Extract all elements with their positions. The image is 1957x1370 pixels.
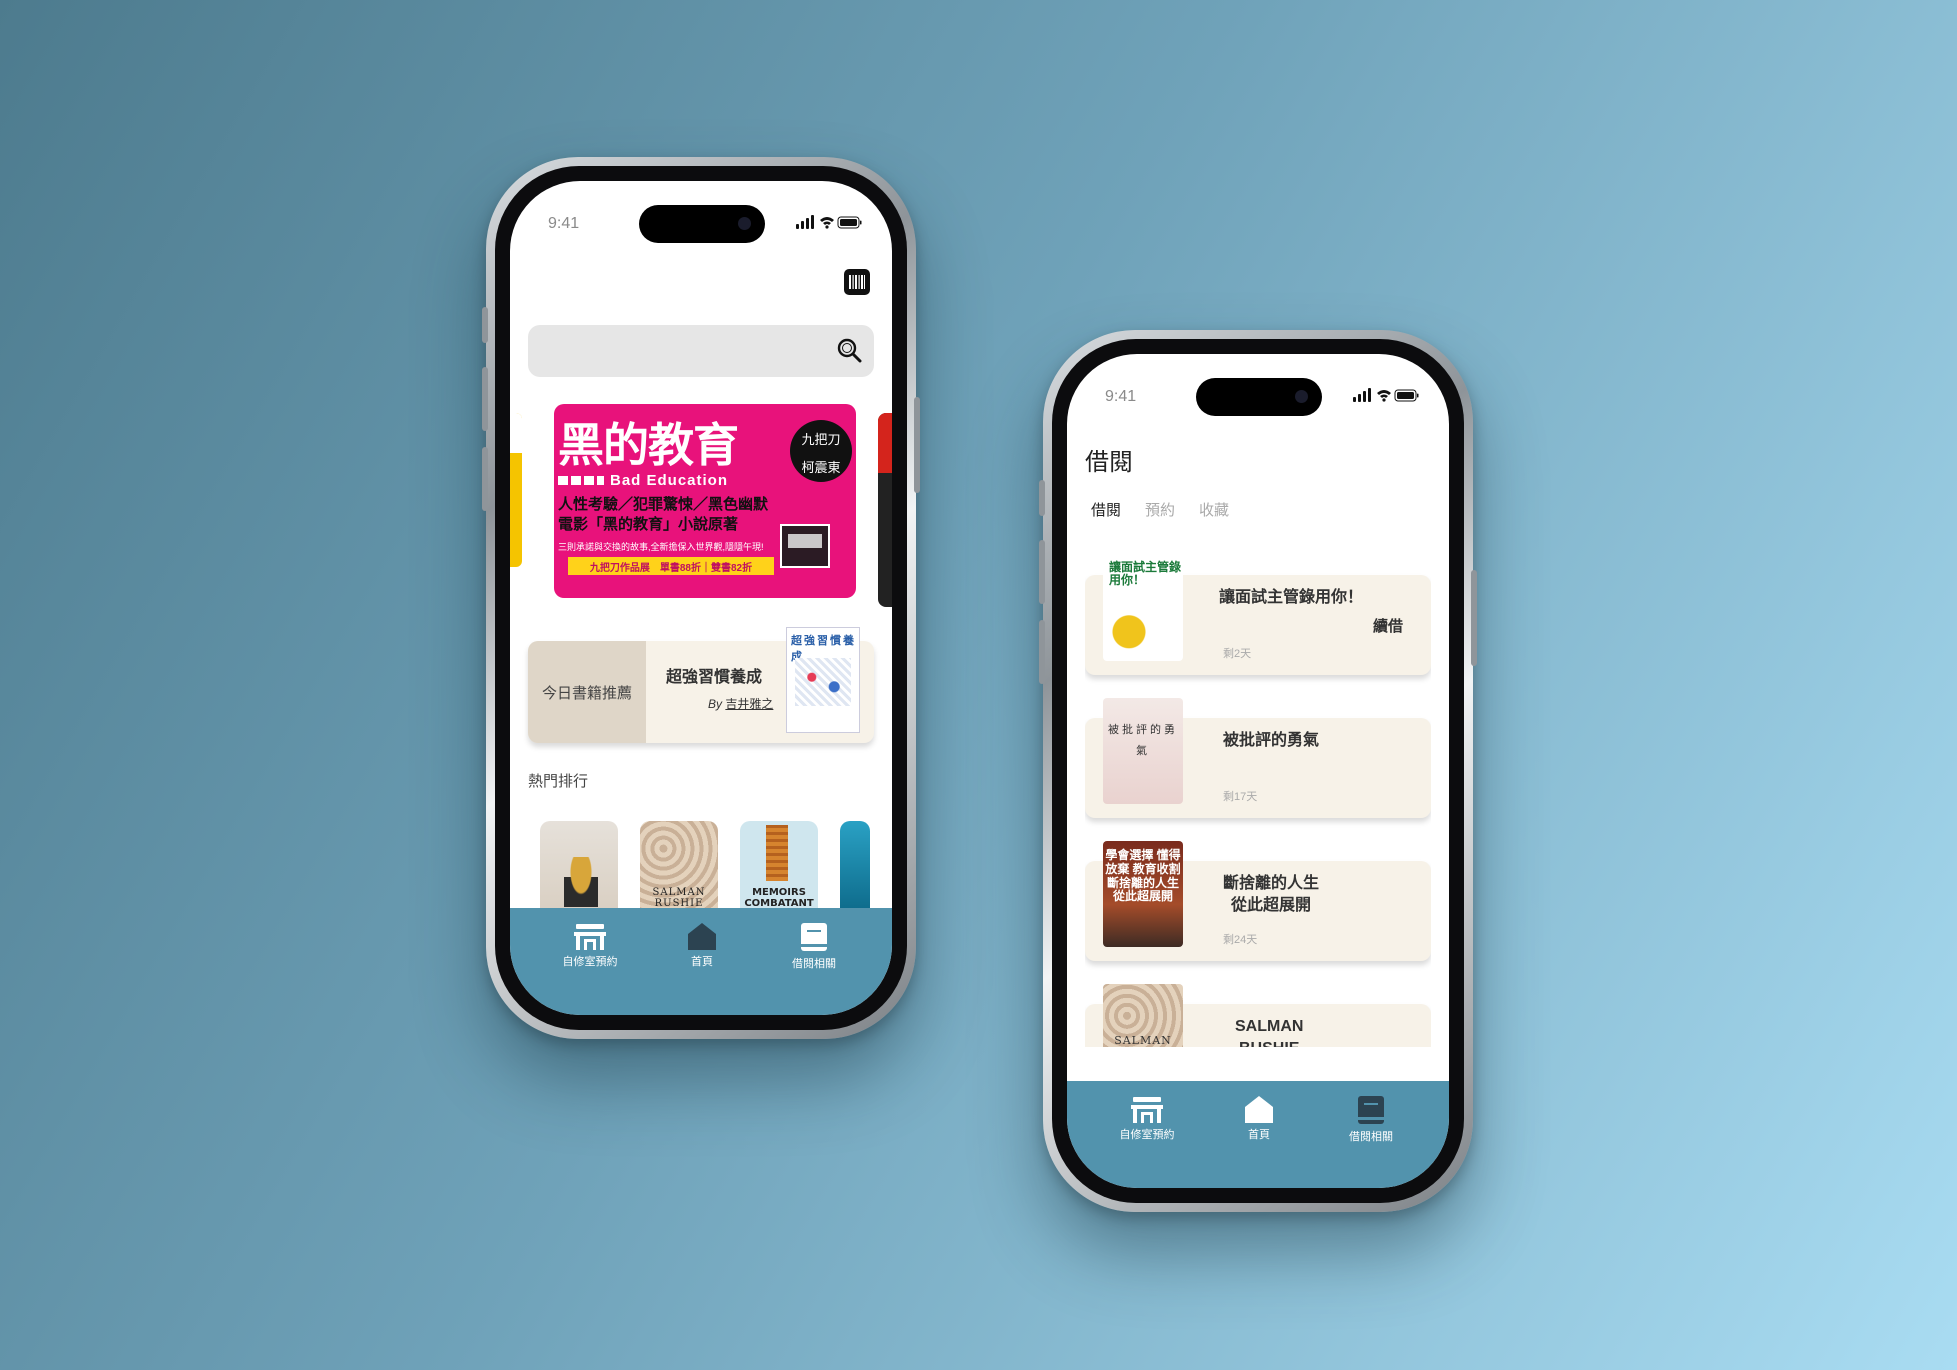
- power-button: [1471, 570, 1477, 666]
- borrowed-book-card[interactable]: 讓面試主管錄用你！ 讓面試主管錄用你！ 續借 剩2天: [1085, 555, 1431, 675]
- borrow-screen: 9:41 借閱 借閱 預約 收藏 讓面試主管錄用你！ 讓面試主管錄用你！ 續借 …: [1067, 354, 1449, 1188]
- volume-up-button: [482, 367, 488, 431]
- barcode-scan-button[interactable]: [844, 269, 870, 295]
- tab-home-label: 首頁: [691, 956, 713, 968]
- borrow-subtabs: 借閱 預約 收藏: [1091, 499, 1229, 520]
- tab-borrow-label: 借閱相關: [792, 958, 836, 970]
- mute-switch: [1039, 480, 1045, 516]
- dynamic-island: [1196, 378, 1322, 416]
- borrowed-book-title: SALMAN BUSHIE: [1235, 1018, 1304, 1047]
- tab-study-room-label: 自修室預約: [1119, 1129, 1175, 1141]
- tab-borrow-label: 借閱相關: [1349, 1131, 1393, 1143]
- borrowed-book-cover-text: 被批評的勇氣: [1108, 723, 1178, 757]
- banner-tagline: 人性考驗／犯罪驚悚／黑色幽默: [558, 496, 769, 513]
- search-icon[interactable]: [836, 337, 862, 363]
- borrowed-book-title: 斷捨離的人生 從此超展開: [1223, 875, 1320, 915]
- home-icon: [688, 923, 716, 950]
- borrowed-book-cover: 學會選擇 懂得放棄 教育收割 斷捨離的人生 從此超展開: [1103, 841, 1183, 947]
- carousel-next-banner[interactable]: [878, 413, 892, 607]
- recommendation-label: 今日書籍推薦: [528, 641, 646, 743]
- ranking-book-2-text: SALMAN RUSHIE: [652, 887, 706, 909]
- author-badge-bottom: 柯震東: [801, 461, 841, 476]
- barcode-icon: [849, 275, 865, 289]
- author-name-link[interactable]: 吉井雅之: [725, 697, 773, 711]
- borrowed-book-cover-text: 讓面試主管錄用你！: [1109, 560, 1182, 588]
- home-icon: [1245, 1096, 1273, 1123]
- volume-down-button: [482, 447, 488, 511]
- days-remaining: 剩24天: [1223, 934, 1258, 946]
- desk-icon: [574, 924, 606, 950]
- promo-banner[interactable]: 黑的教育 Bad Education 人性考驗／犯罪驚悚／黑色幽默 電影「黑的教…: [554, 404, 856, 598]
- banner-subtitle: Bad Education: [558, 472, 728, 489]
- banner-book-cover: [780, 524, 830, 568]
- daily-recommendation-card[interactable]: 今日書籍推薦 超強習慣養成 By 吉井雅之: [528, 641, 874, 743]
- phone-borrow: 9:41 借閱 借閱 預約 收藏 讓面試主管錄用你！ 讓面試主管錄用你！ 續借 …: [1039, 330, 1477, 1212]
- tab-home[interactable]: 首頁: [1209, 1095, 1309, 1142]
- borrowed-book-cover-text: SALMAN BUSHIE: [1114, 1034, 1172, 1047]
- subtab-reserved[interactable]: 預約: [1145, 499, 1175, 520]
- borrowed-book-card[interactable]: 被批評的勇氣 被批評的勇氣 剩17天: [1085, 698, 1431, 818]
- banner-price-strip: 九把刀作品展 單書88折｜雙書82折: [568, 557, 774, 575]
- dynamic-island: [639, 205, 765, 243]
- banner-description: 三則承諾與交換的故事,全新擔保入世界觀,隱隱午現!: [558, 542, 764, 552]
- banner-title: 黑的教育: [558, 418, 739, 472]
- recommendation-author: By 吉井雅之: [708, 695, 773, 712]
- renew-button[interactable]: 續借: [1373, 615, 1403, 636]
- author-badge-top: 九把刀: [801, 433, 841, 448]
- search-input[interactable]: [528, 325, 874, 377]
- borrowed-book-card[interactable]: SALMAN BUSHIE SALMAN BUSHIE: [1085, 984, 1431, 1047]
- tab-home-label: 首頁: [1248, 1129, 1270, 1141]
- ranking-book-1[interactable]: [540, 821, 618, 913]
- subtab-favorites[interactable]: 收藏: [1199, 499, 1229, 520]
- tab-borrow[interactable]: 借閱相關: [764, 922, 864, 971]
- volume-up-button: [1039, 540, 1045, 604]
- days-remaining: 剩17天: [1223, 791, 1258, 803]
- home-screen: 9:41 黑的教育 Bad Education 人性考驗／犯罪驚悚／黑色幽默 電…: [510, 181, 892, 1015]
- book-icon: [801, 923, 827, 951]
- page-title: 借閱: [1085, 449, 1133, 476]
- author-badge: 九把刀 柯震東: [790, 420, 852, 482]
- days-remaining: 剩2天: [1223, 648, 1252, 660]
- tab-study-room[interactable]: 自修室預約: [1097, 1095, 1197, 1142]
- status-icons: [1353, 388, 1419, 402]
- author-by: By: [708, 697, 723, 711]
- ranking-book-3[interactable]: MEMOIRS COMBATANT: [740, 821, 818, 913]
- status-icons: [796, 215, 862, 229]
- phone-home: 9:41 黑的教育 Bad Education 人性考驗／犯罪驚悚／黑色幽默 電…: [482, 157, 920, 1039]
- volume-down-button: [1039, 620, 1045, 684]
- tab-bar: 自修室預約 首頁 借閱相關: [1067, 1081, 1449, 1188]
- recommendation-title: 超強習慣養成: [666, 669, 763, 686]
- tab-bar: 自修室預約 首頁 借閱相關: [510, 908, 892, 1015]
- borrowed-book-cover: 讓面試主管錄用你！: [1103, 555, 1183, 661]
- borrowed-books-list[interactable]: 讓面試主管錄用你！ 讓面試主管錄用你！ 續借 剩2天 被批評的勇氣 被批評的勇氣…: [1085, 550, 1431, 1047]
- ranking-book-3-text: MEMOIRS COMBATANT: [744, 887, 814, 909]
- borrowed-book-title: 讓面試主管錄用你！: [1219, 589, 1364, 606]
- popular-ranking-title: 熱門排行: [528, 773, 589, 790]
- subtab-borrowed[interactable]: 借閱: [1091, 499, 1121, 520]
- ranking-book-2[interactable]: SALMAN RUSHIE: [640, 821, 718, 913]
- ranking-book-4[interactable]: [840, 821, 870, 913]
- tab-study-room-label: 自修室預約: [562, 956, 618, 968]
- status-time: 9:41: [1105, 388, 1137, 405]
- carousel-prev-banner[interactable]: [510, 413, 522, 567]
- desk-icon: [1131, 1097, 1163, 1123]
- borrowed-book-cover-text: 學會選擇 懂得放棄 教育收割 斷捨離的人生 從此超展開: [1105, 848, 1181, 904]
- book-icon: [1358, 1096, 1384, 1124]
- popular-ranking-list: SALMAN RUSHIE MEMOIRS COMBATANT: [540, 821, 892, 913]
- borrowed-book-card[interactable]: 學會選擇 懂得放棄 教育收割 斷捨離的人生 從此超展開 斷捨離的人生 從此超展開…: [1085, 841, 1431, 961]
- banner-tagline-2: 電影「黑的教育」小說原著: [558, 516, 739, 533]
- tab-study-room[interactable]: 自修室預約: [540, 922, 640, 969]
- mute-switch: [482, 307, 488, 343]
- power-button: [914, 397, 920, 493]
- tab-borrow[interactable]: 借閱相關: [1321, 1095, 1421, 1144]
- borrowed-book-title: 被批評的勇氣: [1223, 732, 1320, 749]
- borrowed-book-cover: SALMAN BUSHIE: [1103, 984, 1183, 1047]
- borrowed-book-cover: 被批評的勇氣: [1103, 698, 1183, 804]
- status-time: 9:41: [548, 215, 580, 232]
- tab-home[interactable]: 首頁: [652, 922, 752, 969]
